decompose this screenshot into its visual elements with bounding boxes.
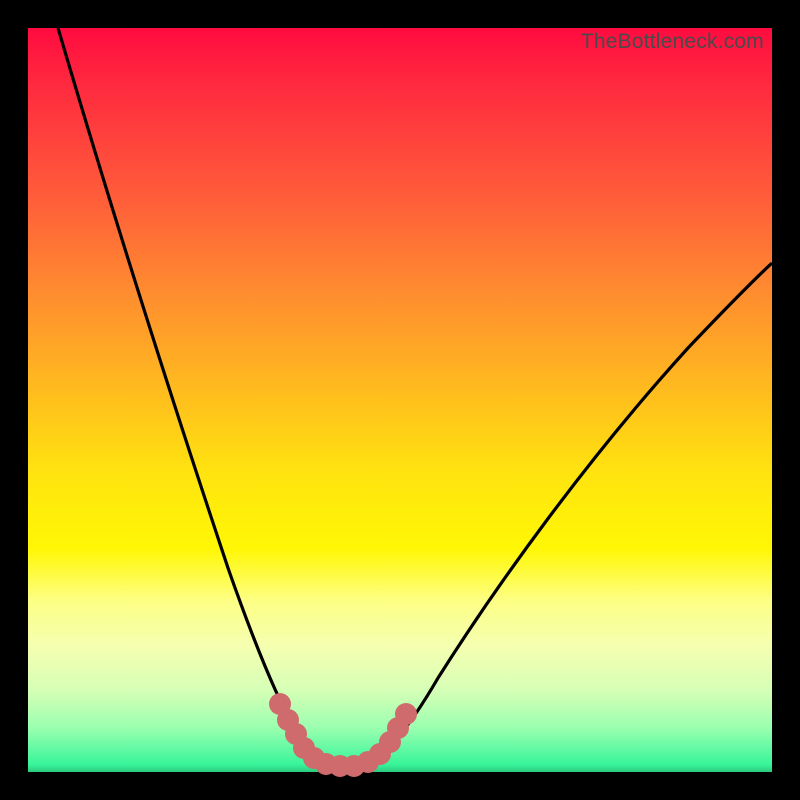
dot-right	[369, 743, 391, 765]
dot-right	[395, 703, 417, 725]
dot-left	[277, 709, 299, 731]
dot-right	[379, 731, 401, 753]
bottleneck-curve	[28, 28, 772, 772]
highlight-dots	[28, 28, 772, 772]
dot-left	[315, 753, 337, 775]
curve-path	[58, 28, 772, 768]
dot-right	[357, 751, 379, 773]
dot-right	[387, 717, 409, 739]
dot-left	[293, 737, 315, 759]
dot-bottom	[329, 755, 351, 777]
dot-left	[303, 747, 325, 769]
chart-frame: TheBottleneck.com	[28, 28, 772, 772]
watermark-label: TheBottleneck.com	[581, 30, 764, 54]
dot-left	[285, 723, 307, 745]
dot-bottom	[343, 755, 365, 777]
dot-left	[269, 693, 291, 715]
